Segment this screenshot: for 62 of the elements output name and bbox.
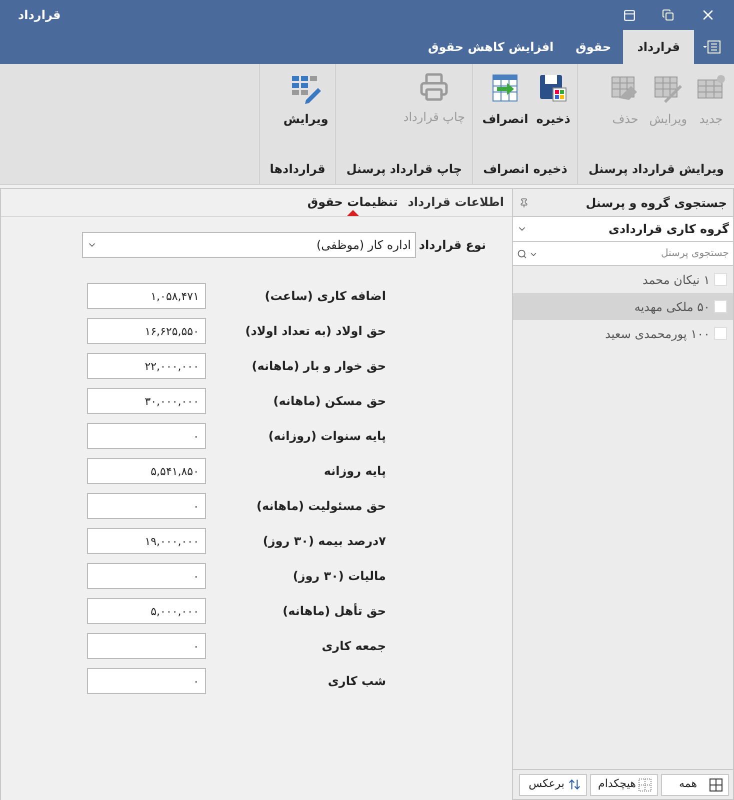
- field-label: اضافه کاری (ساعت): [264, 288, 386, 305]
- value-field[interactable]: ۰: [87, 633, 206, 659]
- floppy-disk-icon: [537, 72, 570, 104]
- ribbon-button[interactable]: انصراف: [479, 72, 532, 130]
- ribbon-tab[interactable]: افزایش کاهش حقوق: [418, 30, 564, 64]
- field-label: حق تأهل (ماهانه): [282, 602, 386, 620]
- value-field[interactable]: ۱۶,۶۲۵,۵۵۰: [87, 318, 206, 344]
- person-item[interactable]: ۱۰۰ پورمحمدی سعید: [513, 320, 733, 347]
- value-field[interactable]: ۰: [87, 493, 206, 519]
- search-field[interactable]: جستجوی پرسنل: [513, 242, 733, 266]
- search-icon[interactable]: [517, 249, 527, 259]
- checkbox[interactable]: [714, 300, 727, 313]
- pin-icon[interactable]: [519, 198, 529, 208]
- field-label: نوع قرارداد: [418, 237, 486, 254]
- selection-button[interactable]: برعکس: [519, 774, 587, 796]
- checkbox[interactable]: [714, 273, 727, 286]
- group-dropdown[interactable]: گروه کاری قراردادی: [513, 217, 733, 242]
- value-field[interactable]: ۳۰,۰۰۰,۰۰۰: [87, 388, 206, 414]
- field-label: جمعه کاری: [320, 638, 386, 655]
- ribbon-group-label: چاپ قرارداد پرسنل: [345, 161, 464, 178]
- ribbon-tab[interactable]: قرارداد: [623, 30, 694, 64]
- selection-button[interactable]: همه: [661, 774, 729, 796]
- content-tab[interactable]: اطلاعات قرارداد: [408, 188, 504, 216]
- contract-type-dropdown[interactable]: اداره کار (موظفی): [82, 232, 416, 258]
- value-field[interactable]: ۵,۵۴۱,۸۵۰: [87, 458, 206, 484]
- ribbon-tab[interactable]: حقوق: [566, 30, 622, 64]
- field-label: حق مسئولیت (ماهانه): [255, 498, 386, 515]
- field-label: مالیات (۳۰ روز): [292, 568, 386, 585]
- checkbox[interactable]: [714, 327, 727, 340]
- value-field[interactable]: ۲۲,۰۰۰,۰۰۰: [87, 353, 206, 379]
- grid-icon: [709, 778, 723, 792]
- field-label: پایه سنوات (روزانه): [267, 428, 386, 445]
- field-label: پایه روزانه: [322, 463, 386, 480]
- printer-icon: [419, 72, 450, 102]
- value-field[interactable]: ۰: [87, 563, 206, 589]
- content-tab[interactable]: تنظیمات حقوق: [307, 188, 398, 216]
- ribbon-group-label: ذخیره انصراف: [482, 161, 568, 178]
- value-field[interactable]: ۰: [87, 423, 206, 449]
- field-label: ۷درصد بیمه (۳۰ روز): [262, 533, 386, 550]
- sort-arrows-icon: [568, 778, 581, 791]
- ribbon-group-label: قراردادها: [268, 161, 326, 178]
- restore-icon[interactable]: [662, 9, 674, 21]
- person-item[interactable]: ۵۰ ملکی مهدیه: [513, 293, 733, 320]
- value-field[interactable]: ۱۹,۰۰۰,۰۰۰: [87, 528, 206, 554]
- field-label: شب کاری: [326, 673, 386, 690]
- ribbon-button[interactable]: ذخیره: [533, 72, 574, 130]
- person-item[interactable]: ۱ نیکان محمد: [513, 266, 733, 293]
- value-field[interactable]: ۱,۰۵۸,۴۷۱: [87, 283, 206, 309]
- window-title: قرارداد: [17, 7, 61, 24]
- value-field[interactable]: ۰: [87, 668, 206, 694]
- ribbon-group-label: ویرایش قرارداد پرسنل: [587, 161, 725, 178]
- ribbon-button[interactable]: ویرایش: [280, 72, 332, 130]
- selected-indicator: [346, 210, 359, 216]
- panel-title: جستجوی گروه و پرسنل: [586, 194, 727, 212]
- dotted-grid-icon: [638, 778, 652, 792]
- menu-icon: [702, 39, 722, 55]
- field-label: حق مسکن (ماهانه): [272, 393, 386, 410]
- selection-button[interactable]: هیچکدام: [590, 774, 658, 796]
- value-field[interactable]: ۵,۰۰۰,۰۰۰: [87, 598, 206, 624]
- field-label: حق اولاد (به تعداد اولاد): [244, 323, 386, 340]
- window-layout-icon[interactable]: [623, 8, 636, 22]
- field-label: حق خوار و بار (ماهانه): [250, 358, 386, 375]
